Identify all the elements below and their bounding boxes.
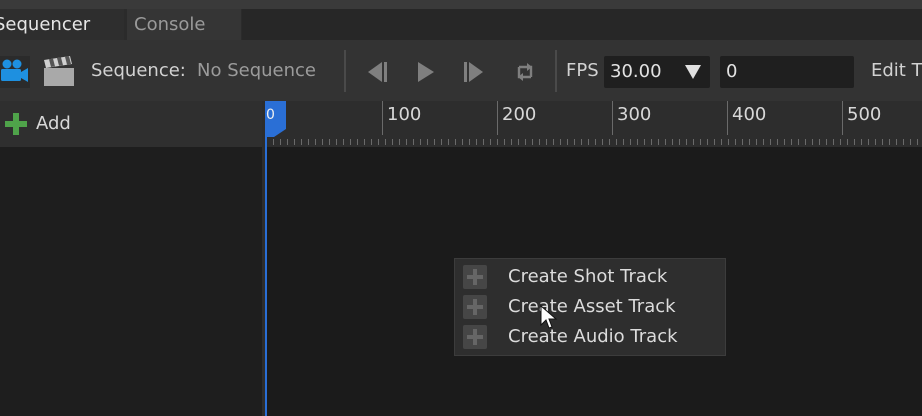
ruler-tick-label: 200: [502, 104, 537, 125]
sequence-label: Sequence:: [91, 60, 186, 81]
step-back-icon: [368, 62, 387, 82]
fps-dropdown[interactable]: 30.00: [604, 56, 710, 88]
menu-item-label: Create Asset Track: [508, 296, 676, 317]
menu-item-create-audio-track[interactable]: Create Audio Track: [455, 322, 725, 352]
ruler-major-tick: [842, 101, 843, 135]
loop-button[interactable]: [513, 59, 537, 85]
loop-icon: [517, 63, 533, 81]
tab-sequencer-label: Sequencer: [0, 14, 91, 35]
plus-icon: [463, 325, 487, 349]
frame-value: 0: [726, 61, 738, 82]
mouse-cursor-icon: [540, 305, 558, 329]
add-button[interactable]: Add: [4, 111, 94, 137]
step-forward-button[interactable]: [461, 60, 489, 84]
timeline-ruler[interactable]: 100 200 300 400 500: [266, 101, 922, 147]
play-icon: [418, 62, 434, 82]
tab-strip-top: [0, 0, 922, 9]
tab-console[interactable]: Console: [127, 9, 241, 40]
clapperboard-button[interactable]: [42, 56, 76, 88]
fps-label: FPS: [566, 60, 599, 81]
ruler-tick-label: 300: [617, 104, 652, 125]
sequence-value[interactable]: No Sequence: [197, 40, 316, 101]
camera-button[interactable]: [0, 56, 30, 88]
tab-strip: Sequencer Console: [0, 0, 922, 40]
ruler-minor-ticks: [266, 139, 922, 145]
sequencer-toolbar: Sequence: No Sequence FPS 30.00 0 Edit T: [0, 40, 922, 101]
playhead-handle[interactable]: 0: [266, 101, 286, 137]
toolbar-separator: [555, 50, 557, 92]
ruler-major-tick: [727, 101, 728, 135]
tab-strip-empty: [242, 9, 922, 40]
add-track-bar: Add: [0, 101, 262, 147]
chevron-down-icon: [685, 65, 701, 79]
menu-item-label: Create Audio Track: [508, 326, 678, 347]
playhead-line[interactable]: [265, 101, 267, 416]
plus-icon: [463, 265, 487, 289]
step-forward-icon: [464, 62, 483, 82]
menu-item-create-asset-track[interactable]: Create Asset Track: [455, 292, 725, 322]
menu-item-create-shot-track[interactable]: Create Shot Track: [455, 262, 725, 292]
ruler-major-tick: [612, 101, 613, 135]
fps-value: 30.00: [610, 61, 662, 82]
step-back-button[interactable]: [362, 60, 390, 84]
toolbar-separator: [344, 50, 346, 92]
tab-console-label: Console: [134, 14, 206, 35]
edit-button[interactable]: Edit T: [871, 40, 922, 101]
menu-item-label: Create Shot Track: [508, 266, 668, 287]
ruler-tick-label: 500: [847, 104, 882, 125]
add-track-context-menu: Create Shot Track Create Asset Track Cre…: [454, 258, 726, 356]
track-list-panel: Add: [0, 101, 262, 416]
play-button[interactable]: [414, 60, 438, 84]
ruler-tick-label: 100: [387, 104, 422, 125]
ruler-major-tick: [382, 101, 383, 135]
plus-icon: [5, 113, 27, 135]
playhead-frame-label: 0: [266, 107, 275, 123]
clapperboard-icon: [44, 56, 74, 86]
ruler-major-tick: [497, 101, 498, 135]
frame-input[interactable]: 0: [720, 56, 854, 88]
tab-sequencer[interactable]: Sequencer: [0, 9, 124, 40]
ruler-tick-label: 400: [732, 104, 767, 125]
camera-icon: [1, 59, 28, 82]
add-label: Add: [36, 113, 71, 134]
plus-icon: [463, 295, 487, 319]
